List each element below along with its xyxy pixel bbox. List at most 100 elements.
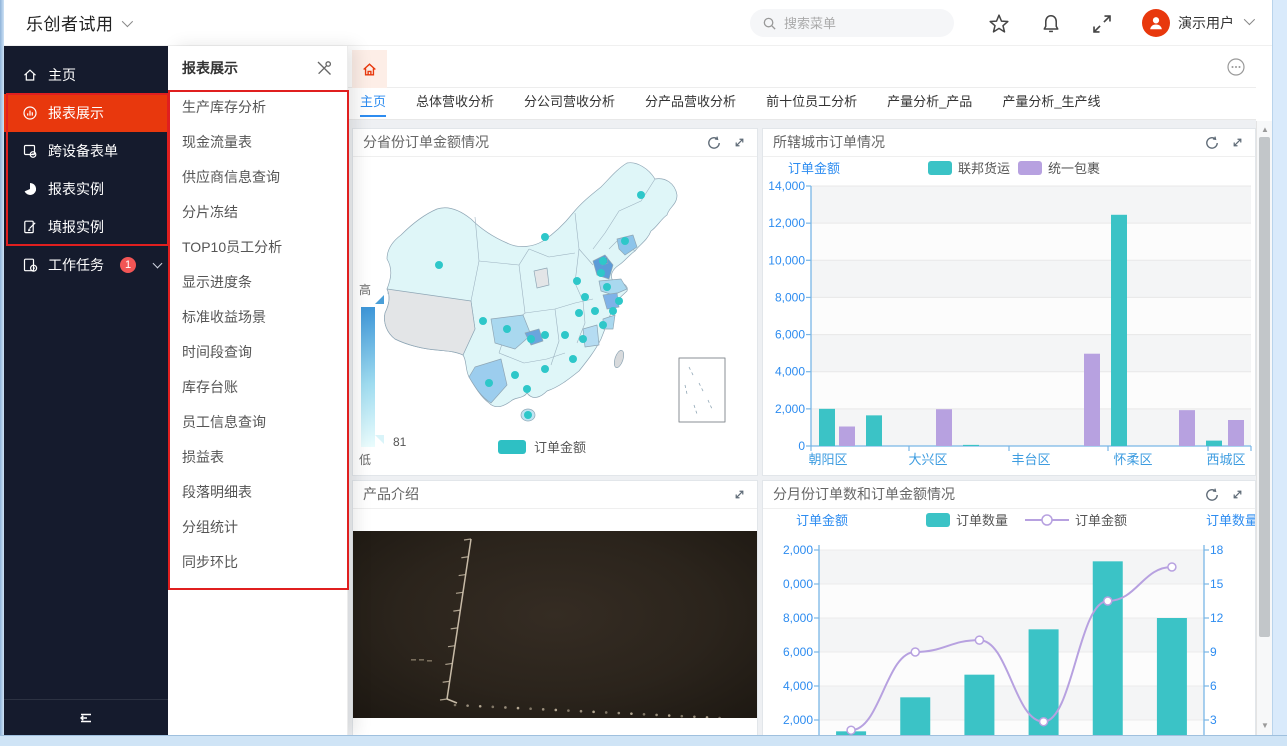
report-menu-item[interactable]: 员工信息查询 — [168, 405, 347, 440]
combo-bar-3[interactable] — [964, 675, 994, 735]
workspace-tab-strip — [348, 46, 1256, 88]
dashboard-tab[interactable]: 产量分析_产品 — [887, 88, 972, 117]
line-point-2[interactable] — [911, 648, 919, 656]
combo-bar-6[interactable] — [1157, 618, 1187, 735]
search-input[interactable] — [784, 16, 934, 31]
main-content: 主页 总体营收分析 分公司营收分析 分产品营收分析 前十位员工分析 产量分析_产品 产量分析… — [348, 46, 1256, 735]
notification-bell-icon[interactable] — [1040, 13, 1062, 35]
svg-text:丰台区: 丰台区 — [1011, 452, 1050, 467]
scroll-down-arrow[interactable]: ▼ — [1257, 719, 1273, 733]
bar-朝阳区-联邦货运[interactable] — [819, 409, 835, 446]
sidebar-item-fill-report-instance[interactable]: 填报实例 — [4, 208, 168, 246]
report-menu-item[interactable]: 分片冻结 — [168, 195, 347, 230]
home-tab[interactable] — [352, 50, 387, 88]
user-chevron-down-icon[interactable] — [1244, 14, 1255, 25]
gradient-high-label: 高 — [359, 281, 371, 298]
report-menu-list: 生产库存分析现金流量表供应商信息查询分片冻结TOP10员工分析显示进度条标准收益… — [168, 90, 347, 580]
expand-icon[interactable] — [1230, 135, 1245, 150]
dashboard-tab[interactable]: 前十位员工分析 — [766, 88, 857, 117]
app-logo[interactable]: 乐创者试用 — [4, 10, 130, 35]
user-name[interactable]: 演示用户 — [1178, 13, 1234, 33]
dashboard-tab[interactable]: 主页 — [360, 88, 386, 117]
report-menu-item[interactable]: 损益表 — [168, 440, 347, 475]
sidebar-item-label: 报表展示 — [48, 103, 104, 123]
report-menu-item[interactable]: 显示进度条 — [168, 265, 347, 300]
sidebar-item-report-display[interactable]: 报表展示 — [4, 94, 168, 132]
bar-大兴区-统一包裹[interactable] — [936, 409, 952, 446]
unpin-icon[interactable] — [315, 59, 333, 77]
bar-丰台区-联邦货运[interactable] — [1111, 215, 1127, 446]
pie-chart-icon — [22, 181, 38, 197]
line-point-1[interactable] — [847, 726, 855, 734]
svg-text:12,000: 12,000 — [768, 216, 805, 230]
sidebar-item-home[interactable]: 主页 — [4, 56, 168, 94]
dashboard-tab[interactable]: 总体营收分析 — [416, 88, 494, 117]
window-border-left — [0, 0, 4, 746]
app-header: 乐创者试用 演示用户 — [4, 0, 1272, 46]
user-avatar[interactable] — [1142, 9, 1170, 37]
svg-text:4,000: 4,000 — [775, 365, 805, 379]
report-menu-item[interactable]: 标准收益场景 — [168, 300, 347, 335]
sidebar-item-work-tasks[interactable]: 工作任务 1 — [4, 246, 168, 284]
sidebar-item-label: 跨设备表单 — [48, 141, 118, 161]
line-point-4[interactable] — [1040, 718, 1048, 726]
combo-bar-5[interactable] — [1093, 561, 1123, 735]
expand-icon[interactable] — [1230, 487, 1245, 502]
report-menu-item[interactable]: 分组统计 — [168, 510, 347, 545]
bar-西城区-统一包裹[interactable] — [1228, 420, 1244, 446]
report-menu-item[interactable]: 时间段查询 — [168, 335, 347, 370]
report-menu-item[interactable]: 段落明细表 — [168, 475, 347, 510]
bar-大兴区-联邦货运[interactable] — [963, 445, 979, 446]
refresh-icon[interactable] — [706, 135, 722, 151]
sidebar-item-report-instance[interactable]: 报表实例 — [4, 170, 168, 208]
menu-search[interactable] — [750, 9, 954, 37]
refresh-icon[interactable] — [1204, 135, 1220, 151]
vertical-scrollbar[interactable]: ▲ ▼ — [1256, 121, 1272, 735]
dashboard-tab[interactable]: 分产品营收分析 — [645, 88, 736, 117]
window-border-right — [1272, 0, 1287, 746]
sidebar-item-label: 主页 — [48, 65, 76, 85]
report-menu-item[interactable]: 生产库存分析 — [168, 90, 347, 125]
map-legend[interactable]: 订单金额 — [498, 437, 586, 456]
bar-怀柔区-统一包裹[interactable] — [1179, 410, 1195, 446]
sidebar-item-cross-device-form[interactable]: 跨设备表单 — [4, 132, 168, 170]
city-bar-chart[interactable]: 02,0004,0006,0008,00010,00012,00014,000朝… — [763, 157, 1255, 475]
line-point-6[interactable] — [1168, 563, 1176, 571]
favorite-star-icon[interactable] — [988, 13, 1010, 35]
chevron-down-icon[interactable] — [153, 259, 163, 269]
report-submenu-panel: 报表展示 生产库存分析现金流量表供应商信息查询分片冻结TOP10员工分析显示进度… — [168, 46, 348, 735]
bar-朝阳区-联邦货运[interactable] — [866, 415, 882, 446]
sidebar-collapse-button[interactable] — [4, 699, 168, 735]
product-intro-video[interactable] — [353, 531, 757, 718]
report-menu-item[interactable]: 现金流量表 — [168, 125, 347, 160]
refresh-icon[interactable] — [1204, 487, 1220, 503]
expand-icon[interactable] — [732, 135, 747, 150]
expand-icon[interactable] — [732, 487, 747, 502]
scrollbar-thumb[interactable] — [1259, 137, 1270, 637]
line-point-5[interactable] — [1104, 597, 1112, 605]
home-icon — [22, 67, 38, 83]
combo-bar-2[interactable] — [900, 697, 930, 735]
dashboard-tab[interactable]: 产量分析_生产线 — [1002, 88, 1100, 117]
monthly-combo-chart[interactable]: 2,000180,000158,000126,00094,00062,0003订… — [763, 509, 1255, 735]
dashboard-tab[interactable]: 分公司营收分析 — [524, 88, 615, 117]
report-menu-item[interactable]: 同步环比 — [168, 545, 347, 580]
china-map[interactable] — [379, 153, 761, 437]
report-menu-item[interactable]: 库存台账 — [168, 370, 347, 405]
sidebar-item-label: 填报实例 — [48, 217, 104, 237]
line-point-3[interactable] — [975, 636, 983, 644]
search-icon — [762, 16, 777, 31]
panel-title: 分省份订单金额情况 — [363, 129, 696, 156]
dashboard: 分省份订单金额情况 高 50000 81 低 订单金额 — [348, 120, 1256, 735]
fullscreen-icon[interactable] — [1091, 13, 1113, 35]
bar-朝阳区-统一包裹[interactable] — [839, 427, 855, 447]
svg-text:订单数量: 订单数量 — [1206, 513, 1255, 528]
report-menu-item[interactable]: 供应商信息查询 — [168, 160, 347, 195]
bar-丰台区-统一包裹[interactable] — [1084, 354, 1100, 446]
scroll-up-arrow[interactable]: ▲ — [1257, 123, 1273, 137]
report-menu-item[interactable]: TOP10员工分析 — [168, 230, 347, 265]
user-icon — [1147, 14, 1165, 32]
panel-monthly-orders: 分月份订单数和订单金额情况 2,000180,000158,000126,000… — [762, 480, 1256, 735]
bar-怀柔区-联邦货运[interactable] — [1206, 441, 1222, 446]
more-options-icon[interactable] — [1226, 57, 1246, 80]
